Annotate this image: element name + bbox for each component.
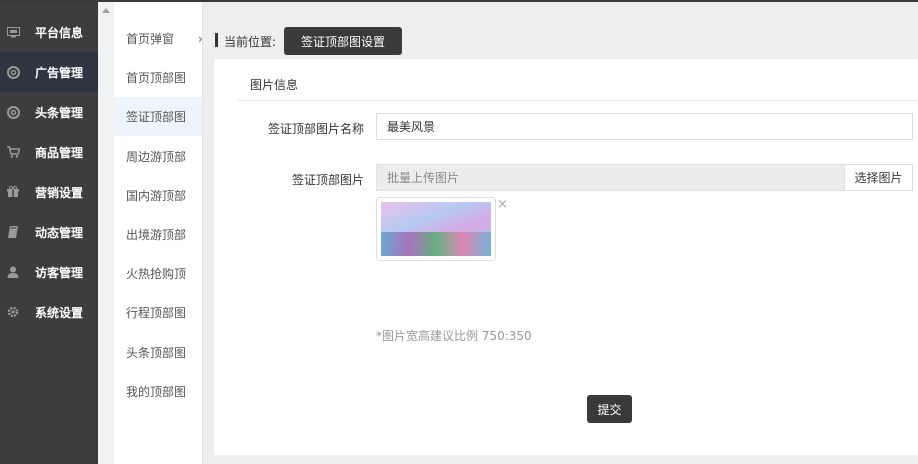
- nav-item-label: 访客管理: [35, 265, 84, 280]
- divider: [238, 100, 918, 101]
- nav-item-marketing-settings[interactable]: 营销设置: [0, 172, 98, 212]
- sub-item-nearby-top[interactable]: 周边游顶部: [114, 137, 202, 176]
- image-label: 签证顶部图片: [291, 173, 364, 187]
- user-icon: [6, 265, 20, 279]
- sub-item-itinerary-top[interactable]: 行程顶部图: [114, 293, 202, 332]
- sub-item-label: 头条顶部图: [126, 346, 187, 360]
- nav-item-label: 商品管理: [35, 145, 84, 160]
- lifebuoy-icon: [6, 65, 20, 79]
- remove-image-icon[interactable]: ×: [497, 197, 508, 212]
- sub-item-home-top[interactable]: 首页顶部图: [114, 58, 202, 97]
- lifebuoy-icon: [6, 105, 20, 119]
- sub-item-home-popup[interactable]: 首页弹窗 ›: [114, 19, 202, 58]
- cart-icon: [6, 145, 20, 159]
- uploaded-image: [381, 202, 491, 256]
- form-panel: 图片信息 签证顶部图片名称 签证顶部图片 批量上传图片 选择图片 × *图片宽高…: [214, 59, 918, 455]
- sub-menu: 首页弹窗 › 首页顶部图 签证顶部图 周边游顶部 国内游顶部 出境游顶部 火热抢…: [98, 2, 203, 464]
- sub-item-label: 行程顶部图: [126, 306, 187, 320]
- sub-item-label: 出境游顶部: [126, 228, 187, 242]
- choose-image-button[interactable]: 选择图片: [844, 164, 913, 191]
- book-icon: [6, 225, 20, 239]
- sub-item-visa-top[interactable]: 签证顶部图: [114, 97, 202, 136]
- main-nav: 平台信息 广告管理 头条管理 商品管理 营销设置 动态管理 访客管理 系统设置: [0, 2, 98, 464]
- thumb-skyline: [381, 232, 491, 256]
- breadcrumb-current: 签证顶部图设置: [284, 27, 402, 55]
- image-name-input[interactable]: [376, 113, 913, 140]
- image-thumbnail[interactable]: [376, 197, 496, 261]
- nav-item-news-management[interactable]: 动态管理: [0, 212, 98, 252]
- sub-item-domestic-top[interactable]: 国内游顶部: [114, 176, 202, 215]
- image-name-label: 签证顶部图片名称: [267, 122, 364, 136]
- sub-item-label: 签证顶部图: [126, 110, 187, 124]
- nav-item-label: 系统设置: [35, 305, 84, 320]
- breadcrumb-label: 当前位置:: [224, 35, 277, 49]
- nav-item-label: 广告管理: [35, 65, 84, 80]
- chevron-right-icon: ›: [198, 32, 202, 46]
- scroll-up-icon[interactable]: [102, 8, 110, 13]
- sub-item-label: 周边游顶部: [126, 150, 187, 164]
- nav-item-label: 营销设置: [35, 185, 84, 200]
- nav-item-visitor-management[interactable]: 访客管理: [0, 252, 98, 292]
- panel-title: 图片信息: [250, 78, 299, 92]
- monitor-icon: [6, 25, 20, 39]
- sub-item-label: 首页顶部图: [126, 71, 187, 85]
- gift-icon: [6, 185, 20, 199]
- sub-menu-scrollbar[interactable]: [98, 2, 114, 464]
- nav-item-product-management[interactable]: 商品管理: [0, 132, 98, 172]
- sub-item-headline-top[interactable]: 头条顶部图: [114, 333, 202, 372]
- nav-item-label: 动态管理: [35, 225, 84, 240]
- sub-item-label: 国内游顶部: [126, 189, 187, 203]
- submit-button[interactable]: 提交: [587, 395, 632, 423]
- aspect-ratio-hint: *图片宽高建议比例 750:350: [376, 329, 532, 343]
- sub-item-label: 火热抢购顶: [126, 267, 187, 281]
- breadcrumb-marker: [215, 33, 218, 47]
- sub-item-outbound-top[interactable]: 出境游顶部: [114, 215, 202, 254]
- sub-item-label: 我的顶部图: [126, 385, 187, 399]
- nav-item-platform-info[interactable]: 平台信息: [0, 12, 98, 52]
- batch-upload-field[interactable]: 批量上传图片: [376, 164, 845, 191]
- gear-icon: [6, 305, 20, 319]
- nav-item-label: 平台信息: [35, 25, 84, 40]
- nav-item-label: 头条管理: [35, 105, 84, 120]
- sub-item-label: 首页弹窗: [126, 32, 175, 46]
- sub-item-flash-sale-top[interactable]: 火热抢购顶: [114, 254, 202, 293]
- nav-item-headline-management[interactable]: 头条管理: [0, 92, 98, 132]
- nav-item-ad-management[interactable]: 广告管理: [0, 52, 98, 92]
- nav-item-system-settings[interactable]: 系统设置: [0, 292, 98, 332]
- sub-item-mine-top[interactable]: 我的顶部图: [114, 372, 202, 411]
- upload-placeholder: 批量上传图片: [387, 171, 460, 185]
